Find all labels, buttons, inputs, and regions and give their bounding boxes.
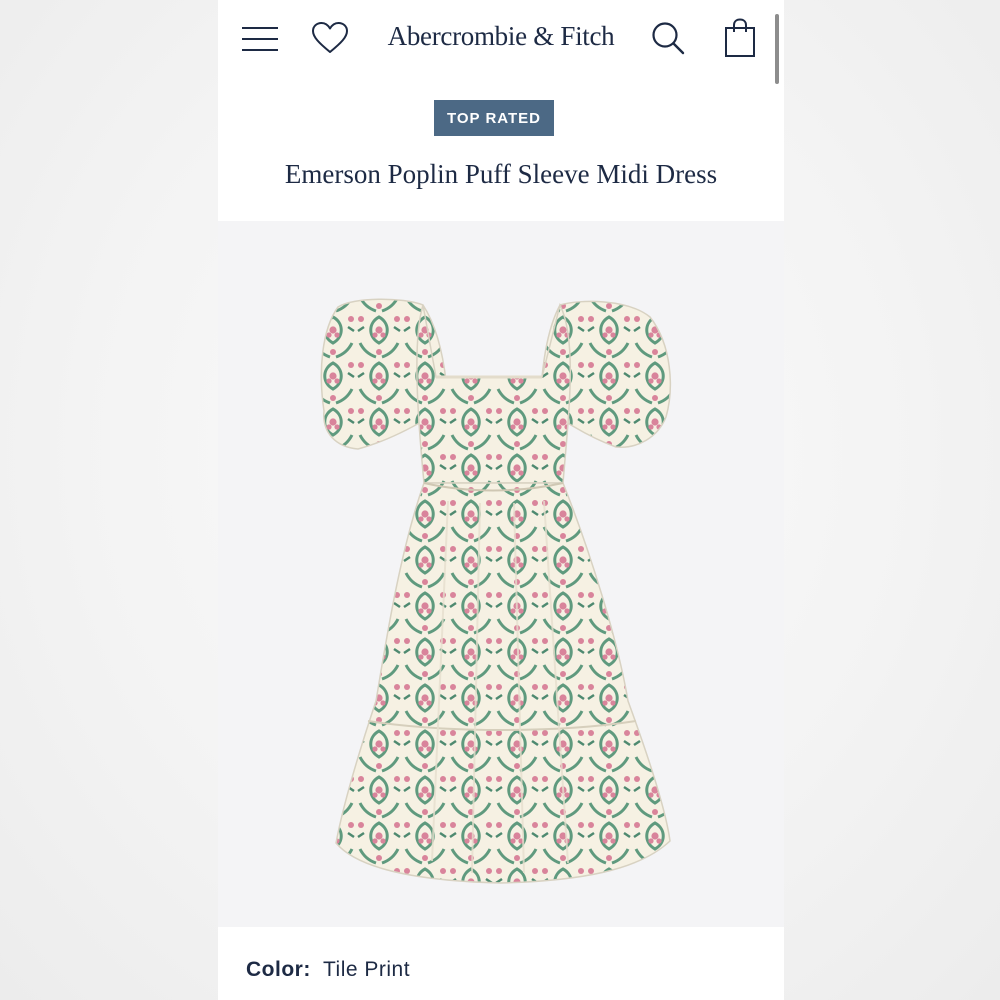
heart-icon <box>312 22 348 53</box>
brand-logo[interactable]: Abercrombie & Fitch <box>368 16 634 56</box>
top-rated-badge: TOP RATED <box>434 100 554 136</box>
product-title: Emerson Poplin Puff Sleeve Midi Dress <box>284 159 718 189</box>
color-label: Color: <box>246 958 318 981</box>
mobile-page: Abercrombie & Fitch TOP RATED Emerson Po… <box>218 0 784 1000</box>
menu-button[interactable] <box>238 18 282 58</box>
site-header: Abercrombie & Fitch <box>218 0 784 84</box>
color-selector: Color: Tile Print <box>246 958 410 982</box>
search-button[interactable] <box>646 18 690 58</box>
hamburger-menu-icon <box>242 27 278 51</box>
shopping-bag-icon <box>725 18 755 57</box>
shopping-bag-button[interactable] <box>718 16 762 60</box>
color-value: Tile Print <box>323 958 411 981</box>
scrollbar[interactable] <box>775 14 779 84</box>
dress-illustration <box>320 298 672 884</box>
favorites-button[interactable] <box>308 18 352 58</box>
search-icon <box>652 22 685 55</box>
product-image[interactable] <box>218 221 784 927</box>
